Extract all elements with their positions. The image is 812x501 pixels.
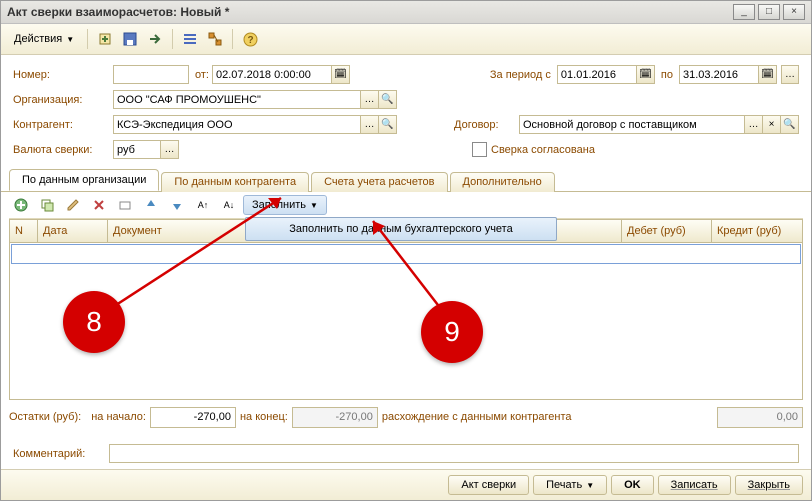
start-value[interactable]: -270,00 [150, 407, 236, 428]
ok-label: OK [624, 479, 641, 491]
act-reconciliation-window: Акт сверки взаиморасчетов: Новый * _ □ ×… [0, 0, 812, 501]
add-row-icon[interactable] [9, 193, 33, 217]
tab-strip: По данным организации По данным контраге… [1, 169, 811, 192]
currency-input[interactable]: руб [113, 140, 161, 159]
maximize-button[interactable]: □ [758, 4, 780, 20]
titlebar: Акт сверки взаиморасчетов: Новый * _ □ × [1, 1, 811, 24]
org-input[interactable]: ООО "САФ ПРОМОУШЕНС" [113, 90, 361, 109]
callout-9: 9 [421, 301, 483, 363]
goto-icon[interactable] [144, 28, 166, 50]
agreed-label: Сверка согласована [491, 144, 595, 156]
date-input[interactable]: 02.07.2018 0:00:00 [212, 65, 332, 84]
close-label: Закрыть [748, 479, 790, 491]
balance-label: Остатки (руб): [9, 411, 81, 423]
org-label: Организация: [13, 94, 113, 106]
close-button[interactable]: Закрыть [735, 475, 803, 495]
start-label: на начало: [91, 411, 146, 423]
col-credit[interactable]: Кредит (руб) [712, 220, 802, 242]
separator [172, 29, 173, 49]
contract-clear-button[interactable]: × [763, 115, 781, 134]
footer-toolbar: Акт сверки Печать ▼ OK Записать Закрыть [1, 469, 811, 500]
end-value: -270,00 [292, 407, 378, 428]
calendar-icon[interactable]: 🗓 [759, 65, 777, 84]
search-icon[interactable]: 🔍 [379, 115, 397, 134]
currency-label: Валюта сверки: [13, 144, 113, 156]
minimize-button[interactable]: _ [733, 4, 755, 20]
period-select-button[interactable]: … [781, 65, 799, 84]
struct-icon[interactable] [204, 28, 226, 50]
diff-value: 0,00 [717, 407, 803, 428]
summary-row: Остатки (руб): на начало: -270,00 на кон… [9, 400, 803, 430]
period-to-label: по [655, 69, 679, 81]
from-label: от: [189, 69, 212, 81]
print-label: Печать [546, 479, 582, 491]
col-n[interactable]: N [10, 220, 38, 242]
currency-select-button[interactable]: … [161, 140, 179, 159]
list-icon[interactable] [179, 28, 201, 50]
period-from-label: За период с [490, 69, 557, 81]
col-debit[interactable]: Дебет (руб) [622, 220, 712, 242]
end-label: на конец: [240, 411, 288, 423]
search-icon[interactable]: 🔍 [781, 115, 799, 134]
tab-by-org[interactable]: По данным организации [9, 169, 159, 191]
actions-label: Действия [14, 33, 62, 45]
actions-menu-button[interactable]: Действия ▼ [7, 30, 81, 48]
arrow-8 [96, 190, 291, 310]
search-icon[interactable]: 🔍 [379, 90, 397, 109]
form-area: Номер: от: 02.07.2018 0:00:00 🗓 За перио… [1, 55, 811, 169]
edit-row-icon[interactable] [61, 193, 85, 217]
diff-label: расхождение с данными контрагента [382, 411, 572, 423]
comment-label: Комментарий: [13, 448, 103, 460]
chevron-down-icon: ▼ [310, 201, 318, 210]
contr-label: Контрагент: [13, 119, 113, 131]
write-button[interactable]: Записать [658, 475, 731, 495]
print-act-label: Акт сверки [461, 479, 516, 491]
svg-text:?: ? [247, 35, 253, 46]
period-from-input[interactable]: 01.01.2016 [557, 65, 637, 84]
ok-button[interactable]: OK [611, 475, 654, 495]
callout-8: 8 [63, 291, 125, 353]
comment-row: Комментарий: [1, 438, 811, 469]
comment-input[interactable] [109, 444, 799, 463]
help-icon[interactable]: ? [239, 28, 261, 50]
separator [232, 29, 233, 49]
number-label: Номер: [13, 69, 113, 81]
contract-input[interactable]: Основной договор с поставщиком [519, 115, 745, 134]
contract-label: Договор: [454, 119, 519, 131]
copy-row-icon[interactable] [35, 193, 59, 217]
tab-accounts[interactable]: Счета учета расчетов [311, 172, 447, 192]
chevron-down-icon: ▼ [586, 481, 594, 490]
tab-additional[interactable]: Дополнительно [450, 172, 555, 192]
period-to-input[interactable]: 31.03.2016 [679, 65, 759, 84]
main-toolbar: Действия ▼ ? [1, 24, 811, 55]
save-icon[interactable] [119, 28, 141, 50]
add-icon[interactable] [94, 28, 116, 50]
separator [87, 29, 88, 49]
number-input[interactable] [113, 65, 189, 84]
agreed-checkbox[interactable] [472, 142, 487, 157]
calendar-icon[interactable]: 🗓 [637, 65, 655, 84]
close-button[interactable]: × [783, 4, 805, 20]
chevron-down-icon: ▼ [66, 35, 74, 44]
print-button[interactable]: Печать ▼ [533, 475, 607, 495]
org-select-button[interactable]: … [361, 90, 379, 109]
contr-select-button[interactable]: … [361, 115, 379, 134]
contract-select-button[interactable]: … [745, 115, 763, 134]
window-title: Акт сверки взаиморасчетов: Новый * [7, 5, 730, 19]
calendar-icon[interactable]: 🗓 [332, 65, 350, 84]
print-act-button[interactable]: Акт сверки [448, 475, 529, 495]
tab-by-contragent[interactable]: По данным контрагента [161, 172, 309, 192]
write-label: Записать [671, 479, 718, 491]
contragent-input[interactable]: КСЭ-Экспедиция ООО [113, 115, 361, 134]
